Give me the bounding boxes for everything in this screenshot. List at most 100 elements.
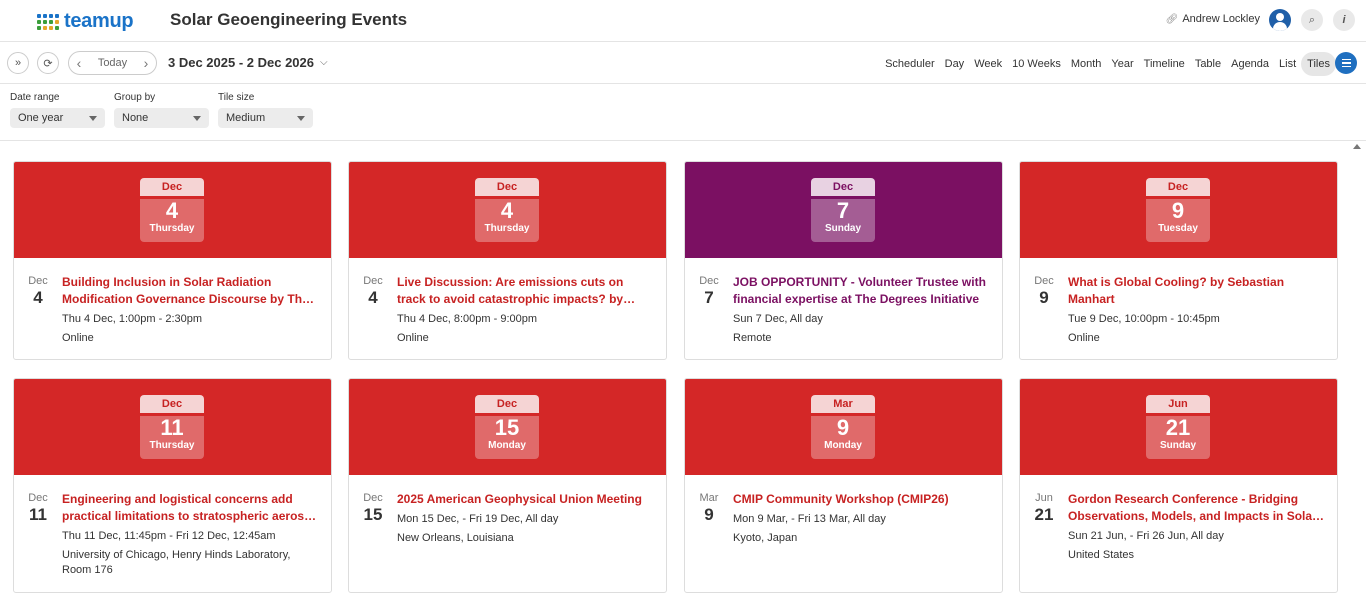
badge-weekday: Monday bbox=[488, 440, 526, 451]
event-tile[interactable]: Dec 15 Monday Dec 15 2025 American Geophysica… bbox=[348, 378, 667, 593]
tile-body: Dec 7 JOB OPPORTUNITY - Volunteer Trustee … bbox=[685, 258, 1002, 346]
caret-down-icon bbox=[297, 116, 305, 121]
side-day: 15 bbox=[363, 505, 383, 524]
logo-dot bbox=[37, 13, 41, 18]
view-tab-10-weeks[interactable]: 10 Weeks bbox=[1007, 52, 1066, 76]
badge-body: 9 Tuesday bbox=[1146, 199, 1210, 242]
tile-header: Dec 7 Sunday bbox=[685, 162, 1002, 258]
view-tab-tiles[interactable]: Tiles bbox=[1301, 52, 1336, 76]
view-tab-week[interactable]: Week bbox=[969, 52, 1007, 76]
scroll-up-icon[interactable] bbox=[1353, 144, 1361, 149]
top-bar: teamup Solar Geoengineering Events 🔗︎ An… bbox=[0, 0, 1366, 42]
calendar-title: Solar Geoengineering Events bbox=[170, 10, 408, 29]
view-tab-list[interactable]: List bbox=[1274, 52, 1301, 76]
chevron-down-icon: ⌵ bbox=[320, 57, 328, 68]
side-day: 7 bbox=[704, 288, 714, 307]
event-title[interactable]: CMIP Community Workshop (CMIP26) bbox=[733, 491, 990, 508]
badge-month: Dec bbox=[475, 395, 539, 413]
badge-weekday: Sunday bbox=[824, 223, 862, 234]
event-tile[interactable]: Dec 4 Thursday Dec 4 Live Discussion: Are emi… bbox=[348, 161, 667, 360]
badge-body: 15 Monday bbox=[475, 416, 539, 459]
event-time: Tue 9 Dec, 10:00pm - 10:45pm bbox=[1068, 313, 1220, 325]
event-location: United States bbox=[1068, 549, 1135, 561]
logo-dot bbox=[49, 13, 53, 18]
event-title-text: 2025 American Geophysical Union Meeting bbox=[397, 492, 642, 506]
tiles-grid: Dec 4 Thursday Dec 4 Building Inclusion in So… bbox=[0, 141, 1366, 596]
view-tab-table[interactable]: Table bbox=[1190, 52, 1226, 76]
event-tile[interactable]: Dec 4 Thursday Dec 4 Building Inclusion in So… bbox=[13, 161, 332, 360]
view-tab-month[interactable]: Month bbox=[1066, 52, 1107, 76]
event-tile[interactable]: Jun 21 Sunday Jun 21 Gordon Research Conferen… bbox=[1019, 378, 1338, 593]
user-avatar-icon[interactable] bbox=[1269, 9, 1291, 31]
prev-icon[interactable]: ‹ bbox=[69, 52, 89, 74]
tile-size-value: Medium bbox=[226, 112, 266, 124]
info-button[interactable]: i bbox=[1333, 9, 1355, 31]
teamup-logo[interactable]: teamup bbox=[37, 10, 134, 33]
event-title[interactable]: Gordon Research Conference - Bridging Ob… bbox=[1068, 491, 1325, 525]
logo-dot bbox=[37, 25, 41, 30]
view-tab-timeline[interactable]: Timeline bbox=[1139, 52, 1190, 76]
view-tab-scheduler[interactable]: Scheduler bbox=[880, 52, 940, 76]
event-location: Remote bbox=[733, 332, 772, 344]
event-time: Thu 11 Dec, 11:45pm - Fri 12 Dec, 12:45a… bbox=[62, 530, 276, 542]
badge-day: 9 bbox=[836, 415, 850, 440]
logo-dot bbox=[55, 19, 59, 24]
menu-button[interactable] bbox=[1335, 52, 1357, 74]
tile-size-filter: Tile size Medium bbox=[218, 92, 313, 128]
event-title[interactable]: Engineering and logistical concerns add … bbox=[62, 491, 319, 525]
event-location: Online bbox=[397, 332, 429, 344]
view-tab-year[interactable]: Year bbox=[1106, 52, 1138, 76]
user-link[interactable]: 🔗︎ Andrew Lockley bbox=[1166, 13, 1260, 25]
view-tab-agenda[interactable]: Agenda bbox=[1226, 52, 1274, 76]
tile-body: Dec 9 What is Global Cooling? by Sebastian… bbox=[1020, 258, 1337, 346]
collapse-sidebar-button[interactable]: » bbox=[7, 52, 29, 74]
tile-size-select[interactable]: Medium bbox=[218, 108, 313, 128]
today-button[interactable]: Today bbox=[89, 57, 136, 69]
view-tab-day[interactable]: Day bbox=[940, 52, 970, 76]
event-title-text: What is Global Cooling? by Sebastian Man… bbox=[1068, 275, 1285, 306]
event-tile[interactable]: Mar 9 Monday Mar 9 CMIP Community Workshop (C… bbox=[684, 378, 1003, 593]
event-title[interactable]: Building Inclusion in Solar Radiation Mo… bbox=[62, 274, 319, 308]
next-icon[interactable]: › bbox=[136, 52, 156, 74]
refresh-button[interactable]: ⟳ bbox=[37, 52, 59, 74]
event-time: Sun 21 Jun, - Fri 26 Jun, All day bbox=[1068, 530, 1224, 542]
badge-body: 11 Thursday bbox=[140, 416, 204, 459]
caret-down-icon bbox=[89, 116, 97, 121]
side-date: Dec 15 bbox=[359, 492, 387, 525]
event-title[interactable]: What is Global Cooling? by Sebastian Man… bbox=[1068, 274, 1325, 308]
badge-body: 4 Thursday bbox=[475, 199, 539, 242]
badge-month: Jun bbox=[1146, 395, 1210, 413]
search-button[interactable]: ⌕ bbox=[1301, 9, 1323, 31]
date-badge: Dec 4 Thursday bbox=[140, 178, 204, 242]
date-range-select[interactable]: One year bbox=[10, 108, 105, 128]
date-range-label: 3 Dec 2025 - 2 Dec 2026 bbox=[168, 55, 314, 70]
badge-weekday: Sunday bbox=[1159, 440, 1197, 451]
tile-header: Dec 4 Thursday bbox=[14, 162, 331, 258]
badge-day: 4 bbox=[165, 198, 179, 223]
side-day: 9 bbox=[1039, 288, 1049, 307]
side-date: Mar 9 bbox=[695, 492, 723, 525]
side-date: Dec 9 bbox=[1030, 275, 1058, 308]
event-title-text: Live Discussion: Are emissions cuts on t… bbox=[397, 275, 624, 306]
event-tile[interactable]: Dec 7 Sunday Dec 7 JOB OPPORTUNITY - Voluntee… bbox=[684, 161, 1003, 360]
event-location: Kyoto, Japan bbox=[733, 532, 798, 544]
event-title-text: Gordon Research Conference - Bridging Ob… bbox=[1068, 492, 1325, 523]
date-range-selector[interactable]: 3 Dec 2025 - 2 Dec 2026 ⌵ bbox=[168, 55, 328, 70]
side-month: Dec bbox=[28, 492, 48, 504]
badge-weekday: Thursday bbox=[484, 223, 530, 234]
event-title[interactable]: JOB OPPORTUNITY - Volunteer Trustee with… bbox=[733, 274, 990, 308]
event-title-text: Engineering and logistical concerns add … bbox=[62, 492, 317, 523]
date-badge: Mar 9 Monday bbox=[811, 395, 875, 459]
event-title[interactable]: 2025 American Geophysical Union Meeting bbox=[397, 491, 654, 508]
toolbar: » ⟳ ‹ Today › 3 Dec 2025 - 2 Dec 2026 ⌵ … bbox=[0, 42, 1366, 84]
logo-dot bbox=[55, 25, 59, 30]
group-by-select[interactable]: None bbox=[114, 108, 209, 128]
tile-body: Mar 9 CMIP Community Workshop (CMIP26) Mon … bbox=[685, 475, 1002, 546]
badge-body: 9 Monday bbox=[811, 416, 875, 459]
event-tile[interactable]: Dec 9 Tuesday Dec 9 What is Global Cooling? b… bbox=[1019, 161, 1338, 360]
event-tile[interactable]: Dec 11 Thursday Dec 11 Engineering and logist… bbox=[13, 378, 332, 593]
logo-text: teamup bbox=[64, 10, 134, 32]
badge-month: Dec bbox=[1146, 178, 1210, 196]
badge-day: 4 bbox=[500, 198, 514, 223]
event-title[interactable]: Live Discussion: Are emissions cuts on t… bbox=[397, 274, 654, 308]
